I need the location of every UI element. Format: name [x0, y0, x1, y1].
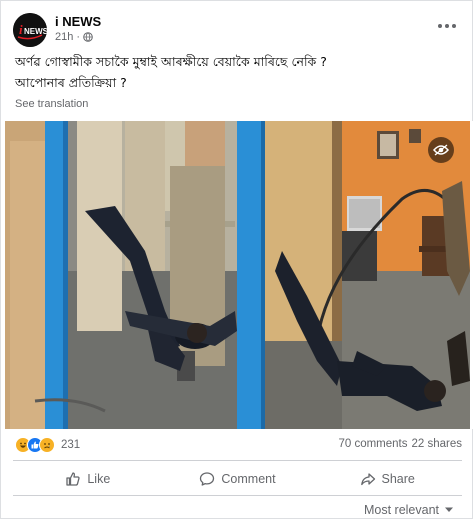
reaction-summary[interactable]: 231	[15, 437, 80, 453]
like-button[interactable]: Like	[13, 465, 163, 493]
eye-icon[interactable]	[428, 137, 454, 163]
share-label: Share	[381, 472, 415, 486]
see-translation-link[interactable]: See translation	[15, 98, 88, 110]
sad-icon	[39, 437, 55, 453]
avatar[interactable]: i NEWS	[13, 13, 47, 47]
more-dot	[445, 24, 449, 28]
post-meta: 21h ·	[55, 31, 93, 43]
post-time[interactable]: 21h	[55, 31, 73, 43]
share-button[interactable]: Share	[312, 465, 462, 493]
post-stats: 231 70 comments 22 shares	[15, 437, 462, 455]
share-icon	[360, 473, 375, 486]
post-video[interactable]	[1, 121, 473, 429]
svg-text:NEWS: NEWS	[24, 27, 47, 36]
comment-sort-dropdown[interactable]: Most relevant	[364, 503, 454, 517]
more-options-icon[interactable]	[436, 19, 458, 33]
video-still-right	[237, 121, 470, 429]
post-message-line-1: অর্ণৱ গোস্বামীক সচাকৈ মুম্বাই আৰক্ষীয়ে …	[15, 54, 327, 69]
like-label: Like	[87, 472, 111, 486]
comments-count[interactable]: 70 comments	[338, 438, 407, 450]
video-still-left	[5, 121, 237, 429]
comment-icon	[200, 472, 215, 486]
page-name[interactable]: i NEWS	[55, 14, 101, 29]
more-dot	[452, 24, 456, 28]
comment-label: Comment	[221, 472, 276, 486]
divider	[13, 460, 462, 461]
like-icon	[66, 472, 81, 486]
globe-icon	[83, 32, 93, 42]
meta-separator: ·	[76, 31, 81, 43]
post-message-line-2: আপোনাৰ প্ৰতিক্ৰিয়া ?	[15, 75, 127, 90]
shares-count[interactable]: 22 shares	[411, 438, 462, 450]
divider	[13, 495, 462, 496]
svg-text:i: i	[19, 22, 23, 37]
video-frame-right	[237, 121, 470, 429]
chevron-down-icon	[445, 507, 453, 512]
comment-button[interactable]: Comment	[163, 465, 313, 493]
post-actions: Like Comment Share	[13, 465, 462, 493]
facebook-post: i NEWS i NEWS 21h · অর্ণৱ গোস্বামীক সচাক…	[0, 0, 473, 519]
post-message: অর্ণৱ গোস্বামীক সচাকৈ মুম্বাই আৰক্ষীয়ে …	[15, 51, 455, 93]
inews-logo: i NEWS	[13, 13, 47, 47]
engagement-counts: 70 comments 22 shares	[338, 438, 462, 450]
reaction-count: 231	[61, 439, 81, 451]
post-header: i NEWS i NEWS 21h ·	[13, 13, 462, 47]
sort-label: Most relevant	[363, 503, 439, 517]
more-dot	[438, 24, 442, 28]
video-frame-left	[5, 121, 237, 429]
